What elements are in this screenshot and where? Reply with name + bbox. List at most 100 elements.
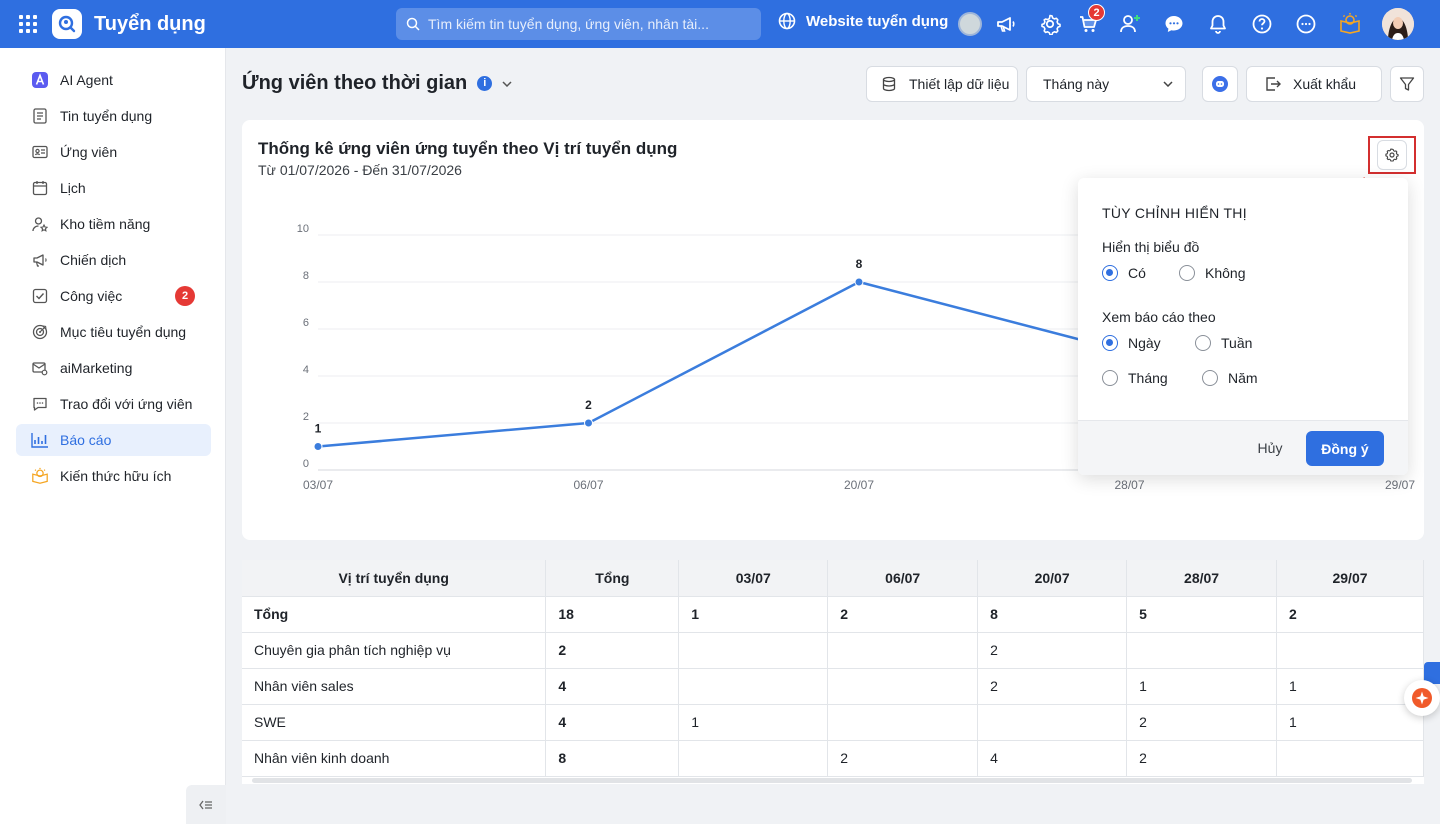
radio-unchecked-icon (1102, 370, 1118, 386)
share-chat-button[interactable] (1202, 66, 1238, 102)
chart-settings-button[interactable] (1377, 140, 1407, 170)
target-icon (31, 323, 49, 341)
cart-badge: 2 (1088, 4, 1105, 21)
website-link[interactable]: Website tuyển dụng (778, 12, 948, 30)
sidebar-item-candidate-chat[interactable]: Trao đổi với ứng viên (16, 388, 211, 420)
global-search[interactable] (396, 8, 761, 40)
document-icon (31, 107, 49, 125)
chat-icon (31, 395, 49, 413)
view-by-day-radio[interactable]: Ngày (1102, 335, 1161, 351)
sidebar-item-knowledge[interactable]: Kiến thức hữu ích (16, 460, 211, 492)
data-table-container: Vị trí tuyển dụng Tổng 03/07 06/07 20/07… (242, 560, 1424, 784)
insight-button[interactable] (1336, 10, 1364, 38)
help-button[interactable] (1248, 10, 1276, 38)
view-by-week-radio[interactable]: Tuần (1195, 335, 1252, 351)
data-point (584, 418, 593, 428)
table-cell: 1 (678, 703, 829, 741)
sidebar-item-label: Tin tuyển dụng (60, 108, 153, 124)
cancel-button[interactable]: Hủy (1246, 433, 1294, 463)
avatar-icon (1382, 8, 1414, 40)
table-cell: 18 (545, 595, 680, 633)
column-header[interactable]: Tổng (545, 560, 680, 597)
y-tick-label: 0 (303, 458, 309, 470)
export-button[interactable]: Xuất khẩu (1246, 66, 1382, 102)
filter-button[interactable] (1390, 66, 1424, 102)
column-header[interactable]: 06/07 (827, 560, 979, 597)
app-title: Tuyển dụng (94, 12, 206, 35)
search-input[interactable] (428, 16, 748, 32)
add-user-icon (1120, 15, 1140, 33)
sidebar-item-aimarketing[interactable]: aiMarketing (16, 352, 211, 384)
view-by-month-radio[interactable]: Tháng (1102, 370, 1168, 386)
table-cell: 2 (977, 631, 1128, 669)
column-header[interactable]: Vị trí tuyển dụng (242, 560, 547, 597)
table-row: Chuyên gia phân tích nghiệp vụ 2 2 (242, 631, 1424, 669)
more-button[interactable] (1292, 10, 1320, 38)
sidebar-item-reports[interactable]: Báo cáo (16, 424, 211, 456)
data-setup-button[interactable]: Thiết lập dữ liệu (866, 66, 1018, 102)
table-cell (678, 739, 829, 777)
table-cell: 2 (1276, 595, 1424, 633)
mail-gear-icon (31, 359, 49, 377)
table-cell: Chuyên gia phân tích nghiệp vụ (242, 631, 547, 669)
table-cell: Nhân viên kinh doanh (242, 739, 547, 777)
y-tick-label: 6 (303, 317, 309, 329)
column-header[interactable]: 29/07 (1276, 560, 1424, 597)
show-chart-no-radio[interactable]: Không (1179, 265, 1245, 281)
period-select[interactable]: Tháng này (1026, 66, 1186, 102)
app-launcher-button[interactable] (0, 0, 56, 48)
table-cell (1276, 631, 1424, 669)
sidebar-item-recruitment-goals[interactable]: Mục tiêu tuyển dụng (16, 316, 211, 348)
announcement-button[interactable] (992, 10, 1020, 38)
lightbulb-icon (31, 467, 49, 485)
data-point (313, 442, 323, 451)
chat-bubble-icon (1212, 76, 1228, 92)
collapse-sidebar-button[interactable] (186, 785, 226, 824)
ai-assistant-button[interactable] (1404, 680, 1440, 716)
x-tick-label: 29/07 (1385, 478, 1415, 492)
export-label: Xuất khẩu (1293, 76, 1357, 92)
sidebar-item-job-postings[interactable]: Tin tuyển dụng (16, 100, 211, 132)
sidebar-item-label: Trao đổi với ứng viên (60, 396, 193, 412)
add-user-button[interactable] (1116, 10, 1144, 38)
sidebar-item-candidates[interactable]: Ứng viên (16, 136, 211, 168)
info-icon[interactable]: i (477, 76, 493, 91)
report-chart-icon (31, 431, 49, 449)
chevron-down-icon[interactable] (502, 80, 512, 87)
y-tick-label: 2 (303, 411, 309, 423)
id-card-icon (31, 143, 49, 161)
radio-checked-icon (1102, 335, 1118, 351)
column-header[interactable]: 03/07 (678, 560, 829, 597)
sidebar-item-talent-pool[interactable]: Kho tiềm năng (16, 208, 211, 240)
confirm-button[interactable]: Đồng ý (1306, 431, 1384, 466)
bot-avatar-icon (958, 12, 982, 36)
chevron-down-icon (1163, 81, 1173, 87)
display-settings-popup: TÙY CHỈNH HIỂN THỊ Hiển thị biểu đồ Có K… (1078, 178, 1408, 475)
globe-icon (778, 12, 796, 30)
sidebar-item-label: Kiến thức hữu ích (60, 468, 172, 484)
column-header[interactable]: 20/07 (977, 560, 1128, 597)
horizontal-scrollbar[interactable] (252, 778, 1412, 783)
column-header[interactable]: 28/07 (1126, 560, 1278, 597)
sidebar-item-label: aiMarketing (60, 360, 133, 376)
sidebar-item-tasks[interactable]: Công việc 2 (16, 280, 211, 312)
sidebar-item-ai-agent[interactable]: AI Agent (16, 64, 211, 96)
bot-avatar-button[interactable] (956, 10, 984, 38)
table-cell: 1 (1276, 703, 1424, 741)
sidebar-item-calendar[interactable]: Lịch (16, 172, 211, 204)
settings-button[interactable] (1036, 10, 1064, 38)
ai-agent-icon (31, 71, 49, 89)
radio-label: Có (1128, 265, 1146, 281)
sidebar-item-campaigns[interactable]: Chiến dịch (16, 244, 211, 276)
user-avatar[interactable] (1382, 8, 1414, 40)
radio-unchecked-icon (1202, 370, 1218, 386)
gear-icon (1041, 14, 1061, 35)
table-row-total: Tổng 18 1 2 8 5 2 (242, 595, 1424, 633)
notifications-button[interactable] (1204, 10, 1232, 38)
lightbulb-book-icon (1340, 13, 1360, 34)
view-by-year-radio[interactable]: Năm (1202, 370, 1258, 386)
table-cell: 8 (977, 595, 1128, 633)
messages-button[interactable] (1160, 10, 1188, 38)
show-chart-yes-radio[interactable]: Có (1102, 265, 1146, 281)
cart-button[interactable]: 2 (1074, 4, 1105, 38)
